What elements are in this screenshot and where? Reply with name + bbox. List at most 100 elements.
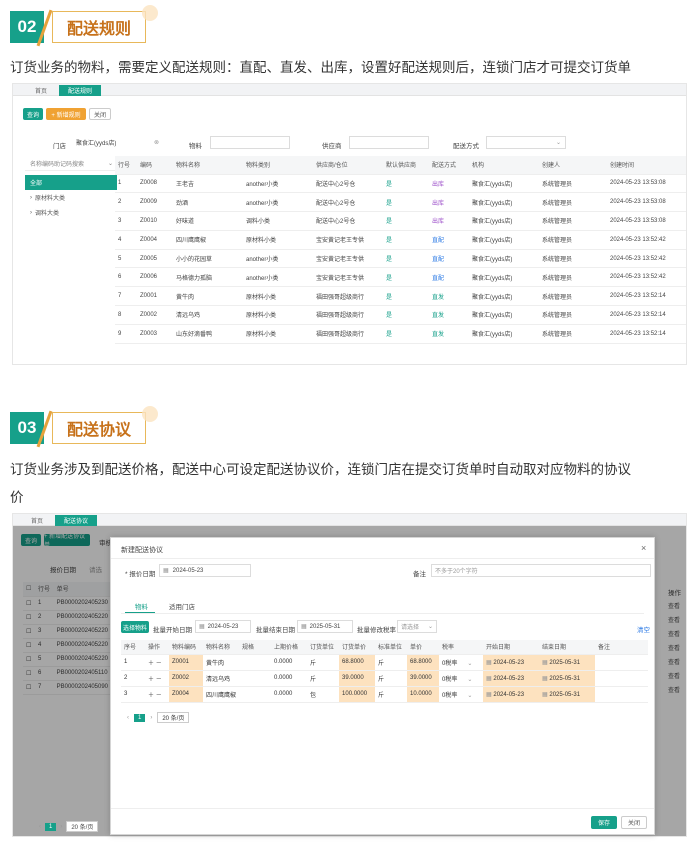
tab-delivery-rules[interactable]: 配送规则 [59,85,101,96]
category-item-all[interactable]: 全部 [25,175,117,190]
page-size-select[interactable]: 20 条/页 [157,712,190,723]
close-button[interactable]: 关闭 [89,108,111,120]
col-header: 备注 [595,640,648,655]
table-cell: Z0002 [137,305,173,325]
material-code-cell[interactable]: Z0002 [169,670,203,687]
add-icon[interactable]: ＋ [148,693,154,699]
table-row[interactable]: 3 Z0010 好味道 调料小类 配送中心2号仓是出库 聚食汇(yyds店) 系统管理员 20… [115,211,686,231]
unit-price-cell[interactable]: 39.0000 [407,670,440,687]
table-row[interactable]: 7 Z0001 黄牛肉 原材料小类 福田强哥超级商行是直发 聚食汇(yyds店) 系统管理员… [115,286,686,307]
supplier-input[interactable] [349,136,429,149]
end-date-cell[interactable]: ▦ 2025-05-31 [539,654,596,671]
select-material-button[interactable]: 选择物料 [121,621,149,633]
tab-delivery-agreement[interactable]: 配送协议 [55,515,97,526]
clear-link[interactable]: 清空 [637,624,650,634]
clear-icon[interactable]: ⊗ [154,139,159,146]
batch-tax-select[interactable]: 请选择 ⌄ [397,620,437,633]
material-code-cell[interactable]: Z0004 [169,686,203,703]
col-header: 订货单位 [307,640,340,655]
table-cell: 7 [115,286,137,307]
category-item-raw[interactable]: › 原材料大类 [25,190,117,205]
order-price-cell[interactable]: 68.8000 [339,654,376,671]
start-date-cell[interactable]: ▦ 2024-05-23 [483,670,540,687]
table-row[interactable]: 2 Z0009 劲酒 another小类 配送中心2号仓是出库 聚食汇(yyds店) 系统管… [115,192,686,213]
unit-price-cell[interactable]: 68.8000 [407,654,440,671]
page-number[interactable]: 1 [134,713,146,722]
row-actions[interactable]: ＋ － [145,686,169,703]
table-row[interactable]: 4 Z0004 四川鹰鹰椒 原材料小类 宝安黄记老王专供是直配 聚食汇(yyds店) 系统管… [115,230,686,250]
unit-price-cell[interactable]: 10.0000 [407,686,440,703]
add-icon[interactable]: ＋ [148,677,154,683]
tab-home[interactable]: 首页 [21,515,53,526]
category-search-input[interactable]: 名称编码助记码搜索 ⌄ [25,156,117,171]
table-cell: 聚食汇(yyds店) [469,324,539,344]
table-cell: 调料小类 [243,211,313,231]
calendar-icon: ▦ [486,659,492,666]
page-number[interactable]: 1 [45,822,57,831]
table-cell: Z0006 [137,267,173,288]
order-price-cell[interactable]: 100.0000 [339,686,376,703]
end-date-cell[interactable]: ▦ 2025-05-31 [539,670,596,687]
prev-page-icon[interactable]: ‹ [39,824,41,830]
tax-select[interactable]: 0税率 ⌄ [439,670,484,687]
table-row[interactable]: 3 ＋ － Z0004 四川鹰鹰椒 0.0000 包 100.0000 斤 10.0000 0税率… [121,686,648,703]
next-page-icon[interactable]: › [60,824,62,830]
close-icon[interactable]: × [641,543,646,553]
table-row[interactable]: 5 Z0005 小小的花园草 another小类 宝安黄记老王专供是直配 聚食汇(yyds… [115,249,686,269]
table-cell: 宝安黄记老王专供 [313,267,383,288]
table-row[interactable]: 9 Z0003 山东好滴番鸭 原材料小类 福田强哥超级商行是直发 聚食汇(yyds店) 系统… [115,324,686,344]
table-row[interactable]: 2 ＋ － Z0002 清远乌鸡 0.0000 斤 39.0000 斤 39.0000 0税率 ⌄ ▦… [121,670,648,687]
table-cell: 是 [383,305,429,325]
table-cell: another小类 [243,249,313,269]
table-row[interactable]: 1 ＋ － Z0001 黄牛肉 0.0000 斤 68.8000 斤 68.8000 0税率 ⌄ ▦ … [121,654,648,671]
table-row[interactable]: 6 Z0006 马格德力孤脑 another小类 宝安黄记老王专供是直配 聚食汇(yyds… [115,267,686,288]
add-rule-button[interactable]: + 新增规则 [46,108,86,120]
remark-cell[interactable] [595,686,648,703]
chevron-right-icon: › [30,194,32,201]
col-header: 单价 [407,640,440,655]
query-button[interactable]: 查询 [23,108,43,120]
tax-select[interactable]: 0税率 ⌄ [439,686,484,703]
material-code-cell[interactable]: Z0001 [169,654,203,671]
quote-date-input[interactable]: ▦ 2024-05-23 [159,564,251,577]
start-date-cell[interactable]: ▦ 2024-05-23 [483,654,540,671]
table-cell: 2024-05-23 13:53:08 [607,174,686,194]
tab-home[interactable]: 首页 [25,85,57,96]
material-input[interactable] [210,136,290,149]
store-select[interactable]: 聚食汇(yyds店) ⊗ [73,136,163,149]
table-row[interactable]: 8 Z0002 清远乌鸡 原材料小类 福田强哥超级商行是直发 聚食汇(yyds店) 系统管理… [115,305,686,325]
store-label: 门店 [53,143,66,150]
tab-stores[interactable]: 适用门店 [169,601,195,611]
batch-end-input[interactable]: ▦ 2025-05-31 [297,620,353,633]
table-header-row: 序号 操作 物料编码 物料名称 规格 上期价格 订货单位 订货单价 标准单位 单… [121,640,648,655]
batch-start-input[interactable]: ▦ 2024-05-23 [195,620,251,633]
row-actions[interactable]: ＋ － [145,670,169,687]
prev-page-icon[interactable]: ‹ [127,715,129,721]
remark-cell[interactable] [595,654,648,671]
category-item-seasoning[interactable]: › 调料大类 [25,205,117,220]
table-cell: 是 [383,192,429,213]
close-button[interactable]: 关闭 [621,816,647,829]
next-page-icon[interactable]: › [150,715,152,721]
add-icon[interactable]: ＋ [148,661,154,667]
remove-icon[interactable]: － [156,661,162,667]
delivery-mode-select[interactable]: ⌄ [486,136,566,149]
table-row[interactable]: 1 Z0008 王老吉 another小类 配送中心2号仓是出库 聚食汇(yyds店) 系统… [115,174,686,194]
table-cell: 5 [115,249,137,269]
remove-icon[interactable]: － [156,677,162,683]
remark-cell[interactable] [595,670,648,687]
save-button[interactable]: 保存 [591,816,617,829]
tab-materials[interactable]: 物料 [135,601,148,611]
table-cell: 是 [383,230,429,250]
start-date-cell[interactable]: ▦ 2024-05-23 [483,686,540,703]
remark-input[interactable]: 不多于20个字符 [431,564,651,577]
end-date-value: 2025-05-31 [549,691,581,698]
end-date-cell[interactable]: ▦ 2025-05-31 [539,686,596,703]
row-actions[interactable]: ＋ － [145,654,169,671]
remove-icon[interactable]: － [156,693,162,699]
page-size-select[interactable]: 20 条/页 [66,821,99,832]
order-price-cell[interactable]: 39.0000 [339,670,376,687]
table-cell [239,686,272,703]
table-cell: 系统管理员 [539,230,607,250]
tax-select[interactable]: 0税率 ⌄ [439,654,484,671]
